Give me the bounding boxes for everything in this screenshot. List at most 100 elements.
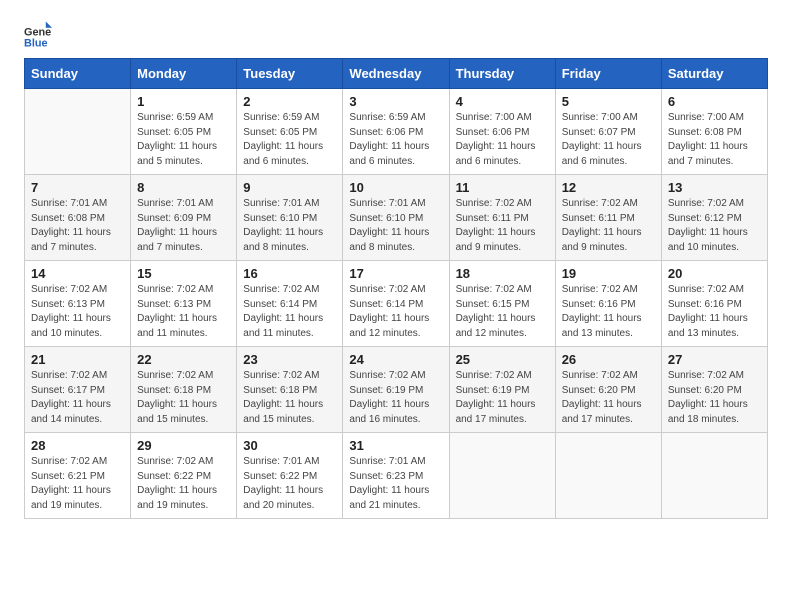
calendar-cell: 25 Sunrise: 7:02 AMSunset: 6:19 PMDaylig… [449, 347, 555, 433]
logo: General Blue [24, 20, 52, 48]
day-number: 10 [349, 180, 442, 195]
day-info: Sunrise: 6:59 AMSunset: 6:05 PMDaylight:… [243, 111, 336, 169]
calendar-cell [25, 89, 131, 175]
calendar-cell: 21 Sunrise: 7:02 AMSunset: 6:17 PMDaylig… [25, 347, 131, 433]
weekday-header-monday: Monday [131, 59, 237, 89]
day-number: 22 [137, 352, 230, 367]
day-number: 19 [562, 266, 655, 281]
day-info: Sunrise: 6:59 AMSunset: 6:05 PMDaylight:… [137, 111, 230, 169]
day-info: Sunrise: 7:01 AMSunset: 6:10 PMDaylight:… [349, 197, 442, 255]
calendar-cell: 27 Sunrise: 7:02 AMSunset: 6:20 PMDaylig… [661, 347, 767, 433]
day-number: 24 [349, 352, 442, 367]
day-number: 13 [668, 180, 761, 195]
weekday-header-friday: Friday [555, 59, 661, 89]
calendar-week-row: 7 Sunrise: 7:01 AMSunset: 6:08 PMDayligh… [25, 175, 768, 261]
day-info: Sunrise: 6:59 AMSunset: 6:06 PMDaylight:… [349, 111, 442, 169]
calendar-cell: 10 Sunrise: 7:01 AMSunset: 6:10 PMDaylig… [343, 175, 449, 261]
day-info: Sunrise: 7:00 AMSunset: 6:08 PMDaylight:… [668, 111, 761, 169]
day-info: Sunrise: 7:02 AMSunset: 6:20 PMDaylight:… [562, 369, 655, 427]
day-number: 25 [456, 352, 549, 367]
day-info: Sunrise: 7:01 AMSunset: 6:23 PMDaylight:… [349, 455, 442, 513]
calendar-cell: 4 Sunrise: 7:00 AMSunset: 6:06 PMDayligh… [449, 89, 555, 175]
calendar-cell: 16 Sunrise: 7:02 AMSunset: 6:14 PMDaylig… [237, 261, 343, 347]
day-number: 1 [137, 94, 230, 109]
day-number: 21 [31, 352, 124, 367]
calendar-cell: 19 Sunrise: 7:02 AMSunset: 6:16 PMDaylig… [555, 261, 661, 347]
day-number: 20 [668, 266, 761, 281]
calendar-cell: 1 Sunrise: 6:59 AMSunset: 6:05 PMDayligh… [131, 89, 237, 175]
calendar-cell: 2 Sunrise: 6:59 AMSunset: 6:05 PMDayligh… [237, 89, 343, 175]
day-info: Sunrise: 7:02 AMSunset: 6:15 PMDaylight:… [456, 283, 549, 341]
day-number: 8 [137, 180, 230, 195]
weekday-header-saturday: Saturday [661, 59, 767, 89]
day-number: 15 [137, 266, 230, 281]
calendar-cell: 11 Sunrise: 7:02 AMSunset: 6:11 PMDaylig… [449, 175, 555, 261]
calendar-cell: 17 Sunrise: 7:02 AMSunset: 6:14 PMDaylig… [343, 261, 449, 347]
day-number: 30 [243, 438, 336, 453]
calendar-cell [449, 433, 555, 519]
day-info: Sunrise: 7:01 AMSunset: 6:10 PMDaylight:… [243, 197, 336, 255]
day-number: 31 [349, 438, 442, 453]
calendar-cell: 14 Sunrise: 7:02 AMSunset: 6:13 PMDaylig… [25, 261, 131, 347]
calendar-cell: 8 Sunrise: 7:01 AMSunset: 6:09 PMDayligh… [131, 175, 237, 261]
calendar-table: SundayMondayTuesdayWednesdayThursdayFrid… [24, 58, 768, 519]
calendar-cell: 15 Sunrise: 7:02 AMSunset: 6:13 PMDaylig… [131, 261, 237, 347]
day-number: 14 [31, 266, 124, 281]
calendar-cell [555, 433, 661, 519]
day-number: 11 [456, 180, 549, 195]
day-number: 6 [668, 94, 761, 109]
calendar-cell: 5 Sunrise: 7:00 AMSunset: 6:07 PMDayligh… [555, 89, 661, 175]
day-number: 7 [31, 180, 124, 195]
calendar-week-row: 28 Sunrise: 7:02 AMSunset: 6:21 PMDaylig… [25, 433, 768, 519]
day-number: 3 [349, 94, 442, 109]
calendar-cell: 31 Sunrise: 7:01 AMSunset: 6:23 PMDaylig… [343, 433, 449, 519]
weekday-header-wednesday: Wednesday [343, 59, 449, 89]
calendar-cell: 24 Sunrise: 7:02 AMSunset: 6:19 PMDaylig… [343, 347, 449, 433]
day-info: Sunrise: 7:01 AMSunset: 6:09 PMDaylight:… [137, 197, 230, 255]
day-info: Sunrise: 7:02 AMSunset: 6:16 PMDaylight:… [668, 283, 761, 341]
calendar-cell: 29 Sunrise: 7:02 AMSunset: 6:22 PMDaylig… [131, 433, 237, 519]
weekday-header-tuesday: Tuesday [237, 59, 343, 89]
day-info: Sunrise: 7:02 AMSunset: 6:18 PMDaylight:… [243, 369, 336, 427]
day-info: Sunrise: 7:02 AMSunset: 6:19 PMDaylight:… [456, 369, 549, 427]
calendar-cell: 22 Sunrise: 7:02 AMSunset: 6:18 PMDaylig… [131, 347, 237, 433]
calendar-cell: 3 Sunrise: 6:59 AMSunset: 6:06 PMDayligh… [343, 89, 449, 175]
calendar-week-row: 14 Sunrise: 7:02 AMSunset: 6:13 PMDaylig… [25, 261, 768, 347]
calendar-cell: 28 Sunrise: 7:02 AMSunset: 6:21 PMDaylig… [25, 433, 131, 519]
day-info: Sunrise: 7:02 AMSunset: 6:12 PMDaylight:… [668, 197, 761, 255]
logo-icon: General Blue [24, 20, 52, 48]
day-number: 23 [243, 352, 336, 367]
day-number: 5 [562, 94, 655, 109]
calendar-cell: 26 Sunrise: 7:02 AMSunset: 6:20 PMDaylig… [555, 347, 661, 433]
day-info: Sunrise: 7:02 AMSunset: 6:14 PMDaylight:… [349, 283, 442, 341]
calendar-cell: 30 Sunrise: 7:01 AMSunset: 6:22 PMDaylig… [237, 433, 343, 519]
day-info: Sunrise: 7:02 AMSunset: 6:17 PMDaylight:… [31, 369, 124, 427]
calendar-cell: 9 Sunrise: 7:01 AMSunset: 6:10 PMDayligh… [237, 175, 343, 261]
day-number: 17 [349, 266, 442, 281]
day-number: 2 [243, 94, 336, 109]
day-info: Sunrise: 7:02 AMSunset: 6:16 PMDaylight:… [562, 283, 655, 341]
day-info: Sunrise: 7:02 AMSunset: 6:13 PMDaylight:… [31, 283, 124, 341]
calendar-week-row: 1 Sunrise: 6:59 AMSunset: 6:05 PMDayligh… [25, 89, 768, 175]
day-number: 26 [562, 352, 655, 367]
day-info: Sunrise: 7:02 AMSunset: 6:14 PMDaylight:… [243, 283, 336, 341]
day-number: 28 [31, 438, 124, 453]
calendar-cell: 23 Sunrise: 7:02 AMSunset: 6:18 PMDaylig… [237, 347, 343, 433]
calendar-cell [661, 433, 767, 519]
day-number: 12 [562, 180, 655, 195]
day-number: 29 [137, 438, 230, 453]
day-number: 4 [456, 94, 549, 109]
day-number: 16 [243, 266, 336, 281]
day-info: Sunrise: 7:01 AMSunset: 6:08 PMDaylight:… [31, 197, 124, 255]
day-number: 9 [243, 180, 336, 195]
day-number: 18 [456, 266, 549, 281]
day-info: Sunrise: 7:01 AMSunset: 6:22 PMDaylight:… [243, 455, 336, 513]
calendar-cell: 18 Sunrise: 7:02 AMSunset: 6:15 PMDaylig… [449, 261, 555, 347]
calendar-week-row: 21 Sunrise: 7:02 AMSunset: 6:17 PMDaylig… [25, 347, 768, 433]
calendar-cell: 7 Sunrise: 7:01 AMSunset: 6:08 PMDayligh… [25, 175, 131, 261]
day-info: Sunrise: 7:02 AMSunset: 6:20 PMDaylight:… [668, 369, 761, 427]
calendar-cell: 12 Sunrise: 7:02 AMSunset: 6:11 PMDaylig… [555, 175, 661, 261]
day-info: Sunrise: 7:02 AMSunset: 6:11 PMDaylight:… [456, 197, 549, 255]
day-info: Sunrise: 7:02 AMSunset: 6:19 PMDaylight:… [349, 369, 442, 427]
day-info: Sunrise: 7:00 AMSunset: 6:07 PMDaylight:… [562, 111, 655, 169]
